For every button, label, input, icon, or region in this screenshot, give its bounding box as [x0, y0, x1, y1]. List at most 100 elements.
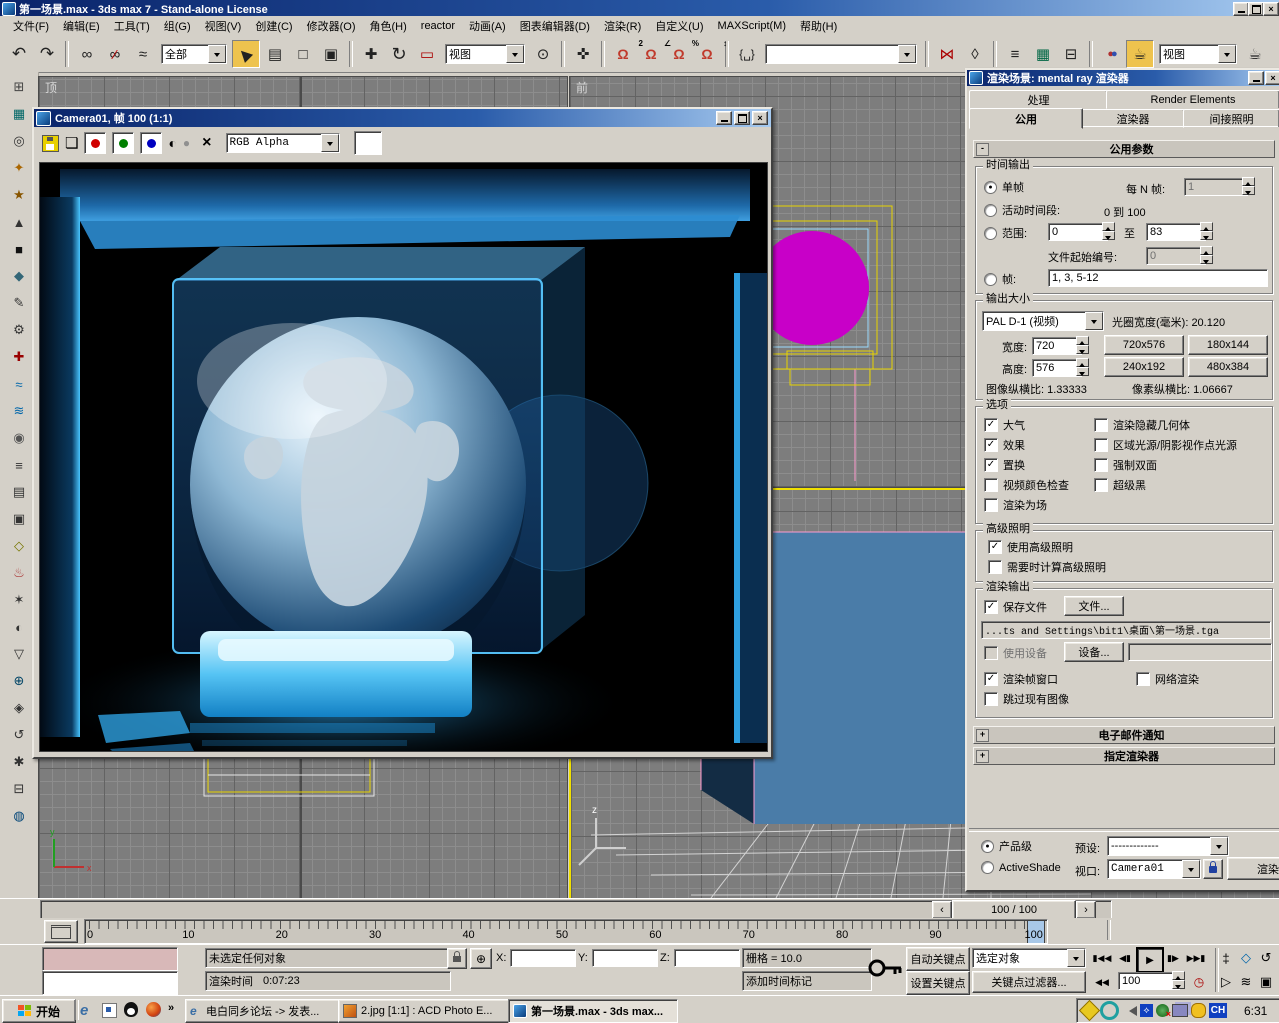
bind-to-spacewarp-icon[interactable]: ≈	[130, 41, 156, 67]
every-n-field[interactable]: 1	[1184, 178, 1248, 196]
rectangular-selection-region-icon[interactable]: □	[290, 41, 316, 67]
height-field[interactable]: 576	[1032, 359, 1082, 377]
percent-snap-icon[interactable]: Ω%	[666, 41, 692, 67]
menu-rendering[interactable]: 渲染(R)	[597, 18, 648, 34]
left-toolbar-icon[interactable]: ▲	[6, 210, 32, 234]
file-start-spinner[interactable]	[1200, 246, 1213, 264]
y-field[interactable]	[592, 949, 658, 967]
select-by-name-icon[interactable]: ▤	[262, 41, 288, 67]
size-240x192-button[interactable]: 240x192	[1104, 357, 1184, 377]
show-desktop-icon[interactable]	[102, 1003, 117, 1018]
left-toolbar-icon[interactable]: ◆	[6, 264, 32, 288]
menu-graph-editors[interactable]: 图表编辑器(D)	[513, 18, 597, 34]
dropdown-arrow-icon[interactable]	[1210, 837, 1228, 855]
dropdown-arrow-icon[interactable]	[208, 45, 226, 63]
render-type-dropdown[interactable]: 视图	[1159, 44, 1237, 64]
menu-character[interactable]: 角色(H)	[363, 18, 414, 34]
unlink-selection-icon[interactable]: ∞⁄	[102, 41, 128, 67]
background-color-swatch[interactable]	[354, 131, 382, 155]
range-from-field[interactable]: 0	[1048, 223, 1108, 241]
range-from-spinner[interactable]	[1102, 222, 1115, 240]
select-and-scale-icon[interactable]: ▭	[414, 41, 440, 67]
dialog-title-bar[interactable]: 渲染场景: mental ray 渲染器 ×	[967, 70, 1279, 86]
left-toolbar-icon[interactable]: ⚙	[6, 318, 32, 342]
video-color-check-checkbox[interactable]: 视频颜色检查	[984, 477, 1069, 493]
left-toolbar-icon[interactable]: ✶	[6, 588, 32, 612]
key-selection-dropdown[interactable]: 选定对象	[972, 948, 1086, 968]
every-n-spinner[interactable]	[1242, 177, 1255, 195]
material-editor-icon[interactable]: ●●	[1098, 41, 1124, 67]
spinner-snap-icon[interactable]: Ω↕	[694, 41, 720, 67]
left-toolbar-icon[interactable]: ≋	[6, 399, 32, 423]
z-field[interactable]	[674, 949, 740, 967]
preset-dropdown[interactable]: -------------	[1107, 836, 1229, 856]
key-mode-toggle-icon[interactable]: ◀◀	[1090, 972, 1114, 992]
blue-channel-button[interactable]	[140, 132, 162, 154]
select-and-move-icon[interactable]: ✚	[358, 41, 384, 67]
dialog-minimize-icon[interactable]	[1248, 71, 1264, 85]
tab-render-elements[interactable]: Render Elements	[1106, 90, 1279, 109]
super-black-checkbox[interactable]: 超级黑	[1094, 477, 1146, 493]
use-device-checkbox[interactable]: 使用设备	[984, 645, 1047, 661]
use-adv-lighting-checkbox[interactable]: ✓使用高级照明	[988, 539, 1073, 555]
atmosphere-checkbox[interactable]: ✓大气	[984, 417, 1025, 433]
mini-curve-editor-button[interactable]	[44, 920, 78, 943]
named-selection-dropdown[interactable]	[765, 44, 917, 64]
size-180x144-button[interactable]: 180x144	[1188, 335, 1268, 355]
red-channel-button[interactable]	[84, 132, 106, 154]
left-toolbar-icon[interactable]: ▦	[6, 102, 32, 126]
skip-existing-checkbox[interactable]: 跳过现有图像	[984, 691, 1069, 707]
frames-radio[interactable]: 帧:	[984, 271, 1016, 287]
qq-tray-icon[interactable]	[1191, 1003, 1206, 1018]
left-toolbar-icon[interactable]: ⊕	[6, 669, 32, 693]
menu-maxscript[interactable]: MAXScript(M)	[711, 20, 793, 32]
dropdown-arrow-icon[interactable]	[1067, 949, 1085, 967]
file-start-field[interactable]: 0	[1146, 247, 1206, 265]
menu-animation[interactable]: 动画(A)	[462, 18, 513, 34]
layer-manager-icon[interactable]: ≡	[1002, 41, 1028, 67]
production-radio[interactable]: ●产品级	[981, 838, 1032, 854]
viewport-dropdown[interactable]: Camera01	[1107, 859, 1201, 879]
window-crossing-icon[interactable]: ▣	[318, 41, 344, 67]
x-field[interactable]	[510, 949, 576, 967]
left-toolbar-icon[interactable]: ◉	[6, 426, 32, 450]
select-and-manipulate-icon[interactable]: ✜	[570, 41, 596, 67]
range-radio[interactable]: 范围:	[984, 225, 1027, 241]
force-2sided-checkbox[interactable]: 强制双面	[1094, 457, 1157, 473]
maxscript-mini-listener-white[interactable]	[42, 971, 178, 995]
next-frame-icon[interactable]: ▮▶	[1162, 948, 1184, 968]
play-animation-icon[interactable]: ▶	[1136, 947, 1164, 973]
set-key-button[interactable]: 设置关键点	[906, 971, 970, 995]
quick-render-icon[interactable]: ☕	[1242, 41, 1268, 67]
rollout-assign-renderer[interactable]: + 指定渲染器	[973, 747, 1275, 765]
left-toolbar-icon[interactable]: ★	[6, 183, 32, 207]
reference-coordsys-dropdown[interactable]: 视图	[445, 44, 525, 64]
volume-tray-icon[interactable]	[1124, 1006, 1137, 1016]
left-toolbar-icon[interactable]: ◇	[6, 534, 32, 558]
save-file-checkbox[interactable]: ✓保存文件	[984, 599, 1047, 615]
left-toolbar-icon[interactable]: ⊞	[6, 75, 32, 99]
expand-icon[interactable]: +	[976, 729, 989, 742]
task-button-3dsmax[interactable]: 第一场景.max - 3ds max...	[508, 999, 678, 1023]
left-toolbar-icon[interactable]: ◍	[6, 804, 32, 828]
dropdown-arrow-icon[interactable]	[898, 45, 916, 63]
arc-rotate-icon[interactable]: ↺	[1256, 948, 1276, 968]
menu-help[interactable]: 帮助(H)	[793, 18, 844, 34]
maximize-icon[interactable]	[1248, 2, 1264, 16]
render-window-title-bar[interactable]: Camera01, 帧 100 (1:1) ×	[34, 109, 771, 127]
use-pivot-center-icon[interactable]: ⊙	[530, 41, 556, 67]
redo-icon[interactable]: ↷	[34, 41, 60, 67]
frames-field[interactable]: 1, 3, 5-12	[1048, 269, 1268, 287]
menu-tools[interactable]: 工具(T)	[107, 18, 157, 34]
range-to-spinner[interactable]	[1200, 222, 1213, 240]
snap-toggle-icon[interactable]: Ω2	[610, 41, 636, 67]
go-to-start-icon[interactable]: ▮◀◀	[1090, 948, 1114, 968]
media-player-quicklaunch-icon[interactable]	[146, 1002, 161, 1017]
size-480x384-button[interactable]: 480x384	[1188, 357, 1268, 377]
add-time-tag[interactable]: 添加时间标记	[742, 971, 872, 991]
time-configuration-icon[interactable]: ◷	[1188, 972, 1210, 992]
menu-modifiers[interactable]: 修改器(O)	[300, 18, 363, 34]
expand-icon[interactable]: +	[976, 750, 989, 763]
clear-rendering-icon[interactable]: ×	[202, 134, 211, 152]
selection-lock-icon[interactable]	[447, 948, 467, 969]
